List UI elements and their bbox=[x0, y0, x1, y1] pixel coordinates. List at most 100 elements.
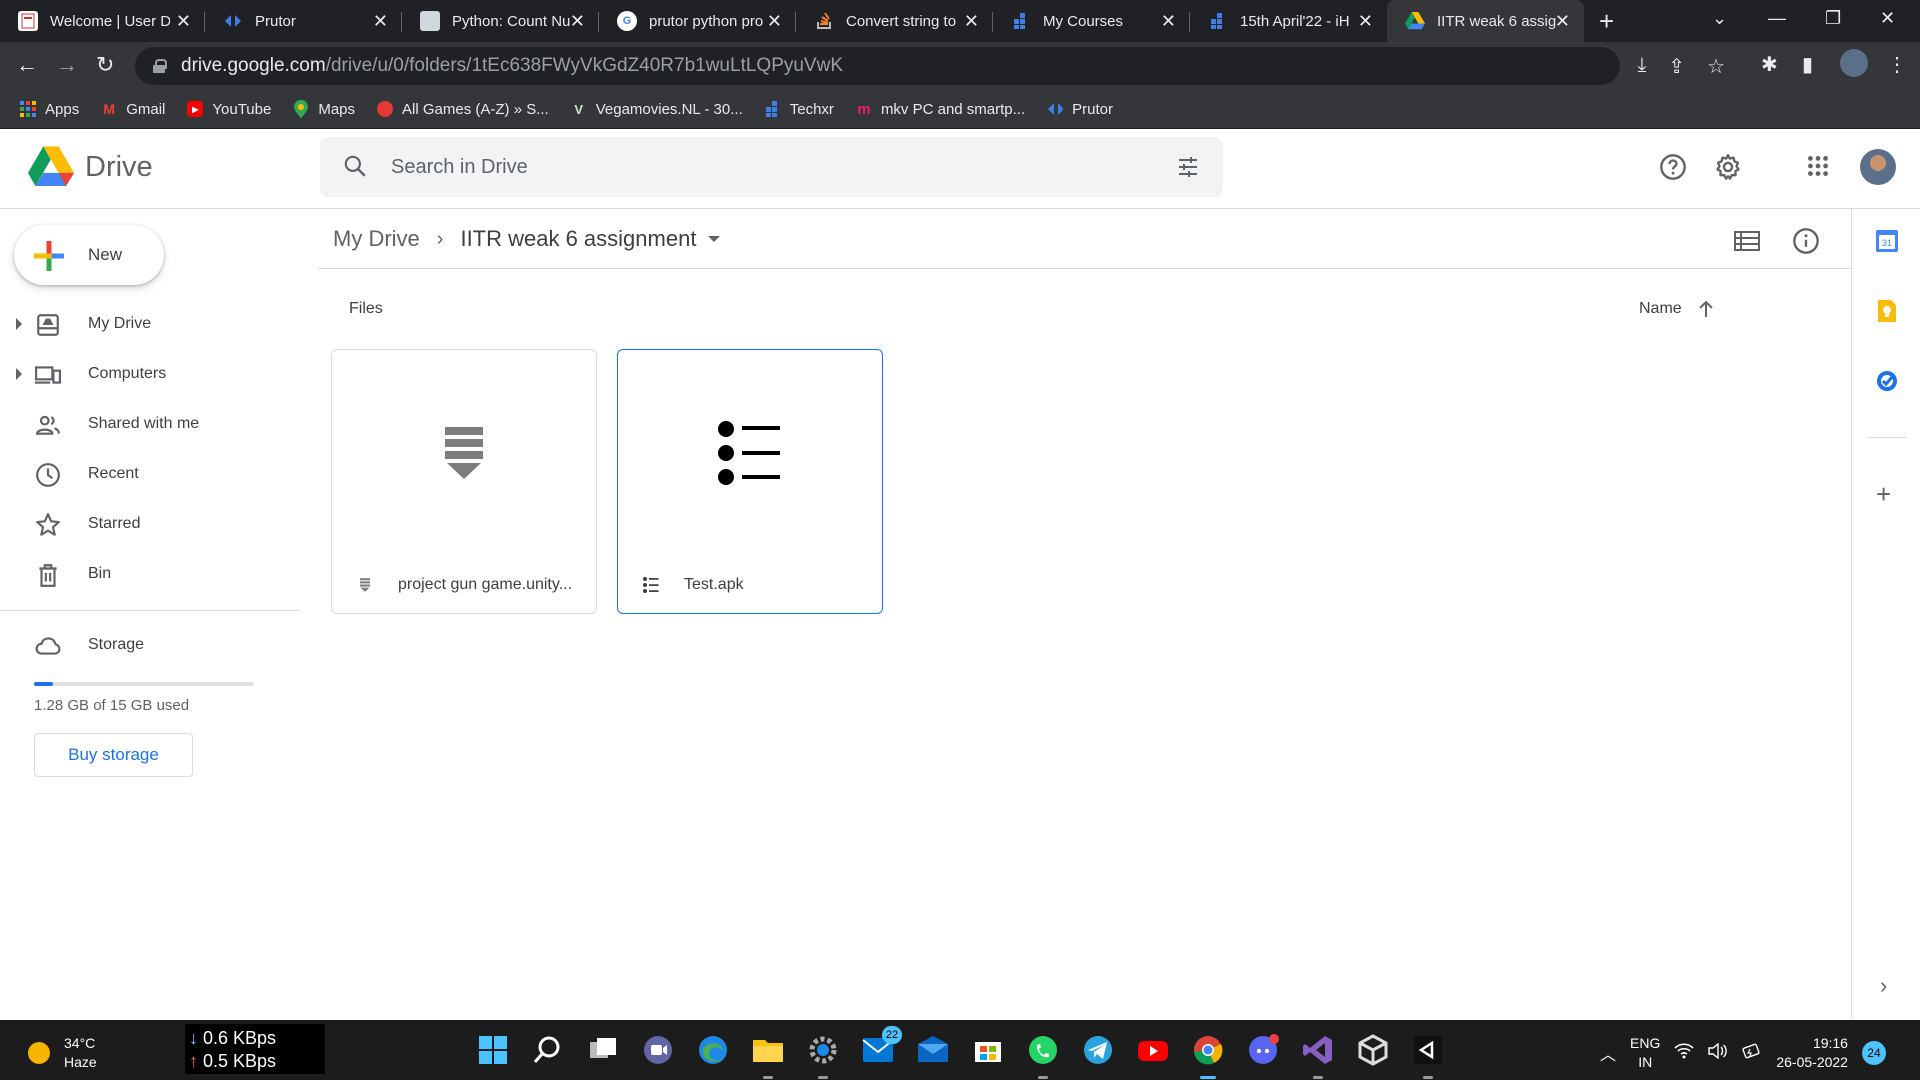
unity-hub-icon[interactable] bbox=[1355, 1032, 1391, 1068]
new-tab-button[interactable]: + bbox=[1599, 6, 1614, 37]
new-button[interactable]: New bbox=[14, 225, 164, 285]
settings-gear-icon[interactable] bbox=[1714, 153, 1742, 181]
profile-avatar[interactable] bbox=[1840, 49, 1868, 77]
search-bar[interactable]: Search in Drive bbox=[320, 137, 1223, 197]
calendar-icon[interactable]: 31 bbox=[1875, 229, 1899, 253]
buy-storage-button[interactable]: Buy storage bbox=[34, 733, 193, 777]
clock[interactable]: 19:16 26-05-2022 bbox=[1776, 1034, 1848, 1072]
browser-tab[interactable]: My Courses ✕ bbox=[993, 0, 1190, 42]
arrow-up-icon[interactable] bbox=[1698, 300, 1714, 318]
tab-search-chevron-icon[interactable]: ⌄ bbox=[1712, 8, 1727, 29]
bookmark-all-games[interactable]: All Games (A-Z) » S... bbox=[377, 101, 549, 118]
teams-chat-icon[interactable] bbox=[640, 1032, 676, 1068]
chrome-icon[interactable] bbox=[1190, 1032, 1226, 1079]
sort-control[interactable]: Name bbox=[1639, 300, 1714, 318]
search-input[interactable]: Search in Drive bbox=[391, 156, 528, 179]
edge-icon[interactable] bbox=[695, 1032, 731, 1068]
file-card[interactable]: project gun game.unity... bbox=[331, 349, 597, 614]
close-tab-icon[interactable]: ✕ bbox=[176, 11, 191, 32]
close-tab-icon[interactable]: ✕ bbox=[373, 11, 388, 32]
browser-tab[interactable]: 15th April'22 - iH ✕ bbox=[1190, 0, 1387, 42]
sidebar-item-computers[interactable]: Computers bbox=[0, 349, 300, 399]
close-tab-icon[interactable]: ✕ bbox=[570, 11, 585, 32]
browser-tab[interactable]: Python: Count Nu ✕ bbox=[402, 0, 599, 42]
mail-app-icon[interactable]: 22 bbox=[860, 1026, 902, 1068]
share-icon[interactable]: ⇪ bbox=[1668, 54, 1685, 79]
extensions-puzzle-icon[interactable]: ✱ bbox=[1761, 52, 1778, 77]
search-icon[interactable] bbox=[530, 1032, 566, 1068]
telegram-icon[interactable] bbox=[1080, 1032, 1116, 1068]
account-avatar[interactable] bbox=[1860, 149, 1896, 185]
close-tab-icon[interactable]: ✕ bbox=[1161, 11, 1176, 32]
bookmark-prutor[interactable]: Prutor bbox=[1047, 101, 1113, 118]
browser-tab[interactable]: Welcome | User D ✕ bbox=[0, 0, 205, 42]
close-window-button[interactable]: ✕ bbox=[1880, 8, 1895, 29]
weather-widget[interactable]: 34°C Haze bbox=[28, 1034, 97, 1072]
bookmark-maps[interactable]: Maps bbox=[293, 100, 355, 118]
google-apps-grid-icon[interactable] bbox=[1805, 153, 1831, 179]
sidebar-item-starred[interactable]: Starred bbox=[0, 499, 300, 549]
notification-badge[interactable]: 24 bbox=[1861, 1041, 1886, 1065]
back-arrow-icon[interactable]: ← bbox=[16, 52, 38, 78]
youtube-icon[interactable] bbox=[1135, 1032, 1171, 1068]
drive-logo-text[interactable]: Drive bbox=[85, 151, 153, 184]
browser-tab[interactable]: G prutor python pro ✕ bbox=[599, 0, 796, 42]
chevron-up-icon[interactable]: ︿ bbox=[1600, 1041, 1616, 1065]
minimize-button[interactable]: — bbox=[1768, 8, 1786, 29]
side-panel-icon[interactable]: ▮ bbox=[1802, 52, 1813, 77]
bookmark-techxr[interactable]: Techxr bbox=[765, 101, 834, 118]
forward-arrow-icon[interactable]: → bbox=[56, 52, 78, 78]
file-explorer-icon[interactable] bbox=[750, 1032, 786, 1079]
settings-gear-icon[interactable] bbox=[805, 1032, 841, 1079]
chrome-menu-icon[interactable]: ⋮ bbox=[1887, 52, 1907, 77]
breadcrumb-current-folder[interactable]: IITR weak 6 assignment bbox=[460, 226, 696, 252]
restore-button[interactable]: ❐ bbox=[1825, 8, 1841, 29]
visual-studio-icon[interactable] bbox=[1300, 1032, 1336, 1079]
info-icon[interactable] bbox=[1792, 227, 1820, 255]
bookmark-youtube[interactable]: ▶ YouTube bbox=[187, 101, 271, 118]
sidebar-item-storage[interactable]: Storage bbox=[0, 620, 300, 670]
browser-tab-active[interactable]: IITR weak 6 assign ✕ bbox=[1387, 0, 1584, 42]
chevron-right-icon[interactable]: › bbox=[1880, 973, 1887, 999]
expand-arrow-icon[interactable] bbox=[16, 368, 22, 380]
add-addon-plus-icon[interactable]: + bbox=[1876, 479, 1891, 510]
drive-logo-icon[interactable] bbox=[28, 146, 74, 188]
file-thumbnail[interactable] bbox=[332, 350, 596, 556]
sort-label[interactable]: Name bbox=[1639, 300, 1682, 318]
file-card-selected[interactable]: Test.apk bbox=[617, 349, 883, 614]
close-tab-icon[interactable]: ✕ bbox=[1358, 11, 1373, 32]
input-language[interactable]: ENG IN bbox=[1630, 1034, 1660, 1072]
list-view-icon[interactable] bbox=[1734, 230, 1760, 252]
close-tab-icon[interactable]: ✕ bbox=[1555, 11, 1570, 32]
keep-icon[interactable] bbox=[1875, 299, 1899, 323]
sidebar-item-recent[interactable]: Recent bbox=[0, 449, 300, 499]
search-options-icon[interactable] bbox=[1175, 155, 1201, 179]
windows-start-icon[interactable] bbox=[475, 1032, 511, 1068]
unity-editor-icon[interactable] bbox=[1410, 1032, 1446, 1079]
search-icon[interactable] bbox=[342, 153, 368, 179]
discord-icon[interactable] bbox=[1245, 1032, 1281, 1068]
battery-plug-icon[interactable] bbox=[1742, 1043, 1762, 1063]
microsoft-store-icon[interactable] bbox=[970, 1032, 1006, 1068]
browser-tab[interactable]: Convert string to ✕ bbox=[796, 0, 993, 42]
expand-arrow-icon[interactable] bbox=[16, 318, 22, 330]
speaker-icon[interactable] bbox=[1708, 1042, 1728, 1063]
bookmark-mkv[interactable]: m mkv PC and smartp... bbox=[856, 101, 1025, 118]
sidebar-item-bin[interactable]: Bin bbox=[0, 549, 300, 599]
reload-icon[interactable]: ↻ bbox=[96, 52, 114, 78]
sidebar-item-my-drive[interactable]: My Drive bbox=[0, 299, 300, 349]
url-text[interactable]: drive.google.com/drive/u/0/folders/1tEc6… bbox=[181, 55, 843, 77]
sidebar-item-shared-with-me[interactable]: Shared with me bbox=[0, 399, 300, 449]
wifi-icon[interactable] bbox=[1674, 1043, 1694, 1063]
breadcrumb-my-drive[interactable]: My Drive bbox=[333, 226, 420, 252]
bookmark-gmail[interactable]: M Gmail bbox=[101, 101, 165, 118]
bookmark-apps[interactable]: Apps bbox=[20, 101, 79, 118]
address-bar[interactable]: drive.google.com/drive/u/0/folders/1tEc6… bbox=[135, 47, 1620, 85]
tasks-icon[interactable] bbox=[1875, 369, 1899, 393]
install-app-icon[interactable]: ⤓ bbox=[1637, 54, 1646, 79]
task-view-icon[interactable] bbox=[585, 1032, 621, 1068]
folder-dropdown-icon[interactable] bbox=[708, 236, 721, 242]
file-thumbnail[interactable] bbox=[618, 350, 882, 556]
close-tab-icon[interactable]: ✕ bbox=[964, 11, 979, 32]
bookmark-star-icon[interactable]: ☆ bbox=[1707, 54, 1725, 79]
